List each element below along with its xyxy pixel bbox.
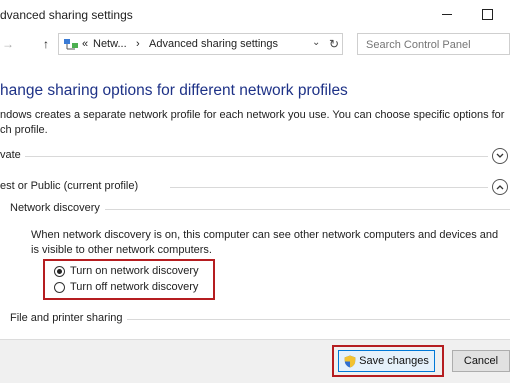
page-heading: hange sharing options for different netw… <box>0 82 348 99</box>
network-icon <box>64 39 78 50</box>
minimize-button[interactable] <box>430 0 464 28</box>
refresh-icon[interactable]: ↻ <box>329 37 339 51</box>
cancel-button[interactable]: Cancel <box>452 350 510 372</box>
file-printer-sharing-title: File and printer sharing <box>10 312 127 324</box>
title-bar: dvanced sharing settings <box>0 0 510 30</box>
highlight-box <box>43 259 215 300</box>
search-box[interactable] <box>357 33 510 55</box>
divider <box>124 319 510 320</box>
profile-private-label: vate <box>0 149 25 161</box>
forward-arrow-icon: → <box>2 37 14 51</box>
up-button[interactable]: ↑ <box>38 36 54 52</box>
footer-bar: Save changes Cancel <box>0 339 510 383</box>
chevron-up-icon <box>496 185 504 190</box>
address-bar: → ↑ « Netw... › Advanced sharing setting… <box>0 31 510 59</box>
breadcrumb-current: Advanced sharing settings <box>149 38 279 50</box>
search-input[interactable] <box>364 38 508 52</box>
up-arrow-icon: ↑ <box>43 37 49 51</box>
expand-private-button[interactable] <box>492 148 508 164</box>
breadcrumb-separator[interactable]: › <box>136 38 140 50</box>
breadcrumb-network[interactable]: Netw... <box>93 38 127 50</box>
divider <box>170 187 488 188</box>
minimize-icon <box>442 13 452 15</box>
forward-button[interactable]: → <box>0 36 16 52</box>
divider <box>22 156 488 157</box>
maximize-icon <box>481 8 493 20</box>
cancel-button-label: Cancel <box>463 355 499 367</box>
chevron-down-icon[interactable]: ⌄ <box>312 37 320 48</box>
network-discovery-title: Network discovery <box>10 202 104 214</box>
chevron-down-icon <box>496 153 504 158</box>
network-discovery-description: When network discovery is on, this compu… <box>31 229 499 256</box>
highlight-box <box>332 345 444 377</box>
address-field[interactable]: « Netw... › Advanced sharing settings ⌄ … <box>58 33 343 55</box>
maximize-button[interactable] <box>470 0 504 28</box>
divider <box>105 209 510 210</box>
window-title: dvanced sharing settings <box>0 8 133 22</box>
breadcrumb-overflow[interactable]: « <box>82 38 88 50</box>
collapse-guest-public-button[interactable] <box>492 179 508 195</box>
page-description: ndows creates a separate network profile… <box>0 109 505 136</box>
profile-guest-public-label: est or Public (current profile) <box>0 180 143 192</box>
